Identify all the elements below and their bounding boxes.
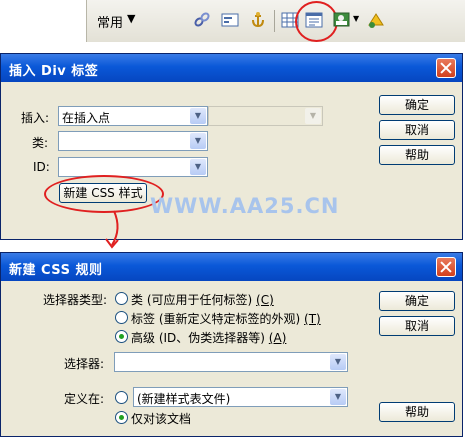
selector-type-advanced-label[interactable]: 高级 (ID、伪类选择器等) (A) <box>131 329 286 346</box>
selector-type-tag-radio[interactable] <box>115 311 128 324</box>
selector-type-class-radio[interactable] <box>115 292 128 305</box>
define-in-this-doc-label[interactable]: 仅对该文档 <box>131 410 191 427</box>
chevron-down-icon[interactable]: ▼ <box>190 108 206 124</box>
chevron-down-icon[interactable]: ▼ <box>190 133 206 149</box>
help-button[interactable]: 帮助 <box>379 145 455 165</box>
insert-position-value: 在插入点 <box>62 111 111 125</box>
insert-div-highlight-circle <box>295 1 338 42</box>
define-in-select[interactable]: (新建样式表文件) ▼ <box>133 387 348 407</box>
insert-position-select[interactable]: 在插入点 ▼ <box>58 106 208 126</box>
new-css-style-highlight-circle <box>44 175 164 213</box>
ok-button[interactable]: 确定 <box>379 291 455 311</box>
define-in-value: (新建样式表文件) <box>137 392 231 406</box>
chevron-down-icon[interactable]: ▼ <box>330 389 346 405</box>
chevron-down-icon[interactable]: ▼ <box>330 354 346 370</box>
toolbar-mode-label[interactable]: 常用 <box>97 12 123 31</box>
define-in-label: 定义在: <box>64 392 105 406</box>
chevron-down-icon: ▼ <box>305 108 321 124</box>
insert-toolbar: 常用 ▼ ▼ <box>86 0 465 42</box>
media-icon[interactable] <box>367 11 385 29</box>
class-label: 类: <box>32 136 49 150</box>
cancel-button[interactable]: 取消 <box>379 120 455 140</box>
watermark: WWW.AA25.CN <box>150 194 340 218</box>
dialog-title: 新建 CSS 规则 <box>9 263 103 278</box>
selector-type-class-label[interactable]: 类 (可应用于任何标签) (C) <box>131 291 274 308</box>
selector-type-tag-label[interactable]: 标签 (重新定义特定标签的外观) (T) <box>131 310 321 327</box>
define-in-this-doc-radio[interactable] <box>115 411 128 424</box>
insert-div-titlebar[interactable]: 插入 Div 标签 <box>1 54 462 82</box>
new-css-rule-titlebar[interactable]: 新建 CSS 规则 <box>1 253 462 281</box>
class-select[interactable]: ▼ <box>58 131 208 151</box>
insert-label: 插入: <box>21 111 50 125</box>
image-icon[interactable] <box>333 11 351 29</box>
close-button[interactable] <box>436 58 456 78</box>
named-anchor-icon[interactable] <box>249 11 267 29</box>
chevron-down-icon[interactable]: ▼ <box>127 12 135 25</box>
cancel-button[interactable]: 取消 <box>379 316 455 336</box>
selector-select[interactable]: ▼ <box>114 352 348 372</box>
ok-button[interactable]: 确定 <box>379 95 455 115</box>
insert-target-select: ▼ <box>208 106 323 126</box>
email-link-icon[interactable] <box>221 11 239 29</box>
arrow-down-icon <box>105 210 119 249</box>
close-button[interactable] <box>436 257 456 277</box>
hyperlink-icon[interactable] <box>193 11 211 29</box>
chevron-down-icon[interactable]: ▼ <box>353 14 359 23</box>
chevron-down-icon[interactable]: ▼ <box>190 159 206 175</box>
new-css-rule-dialog: 新建 CSS 规则 选择器类型: 类 (可应用于任何标签) (C) 标签 (重新… <box>0 252 463 437</box>
selector-type-advanced-radio[interactable] <box>115 330 128 343</box>
id-select[interactable]: ▼ <box>58 157 208 177</box>
selector-type-label: 选择器类型: <box>43 293 108 307</box>
id-label: ID: <box>33 160 50 174</box>
dialog-title: 插入 Div 标签 <box>9 64 99 79</box>
selector-label: 选择器: <box>64 357 105 371</box>
define-in-new-file-radio[interactable] <box>115 391 128 404</box>
help-button[interactable]: 帮助 <box>379 402 455 422</box>
